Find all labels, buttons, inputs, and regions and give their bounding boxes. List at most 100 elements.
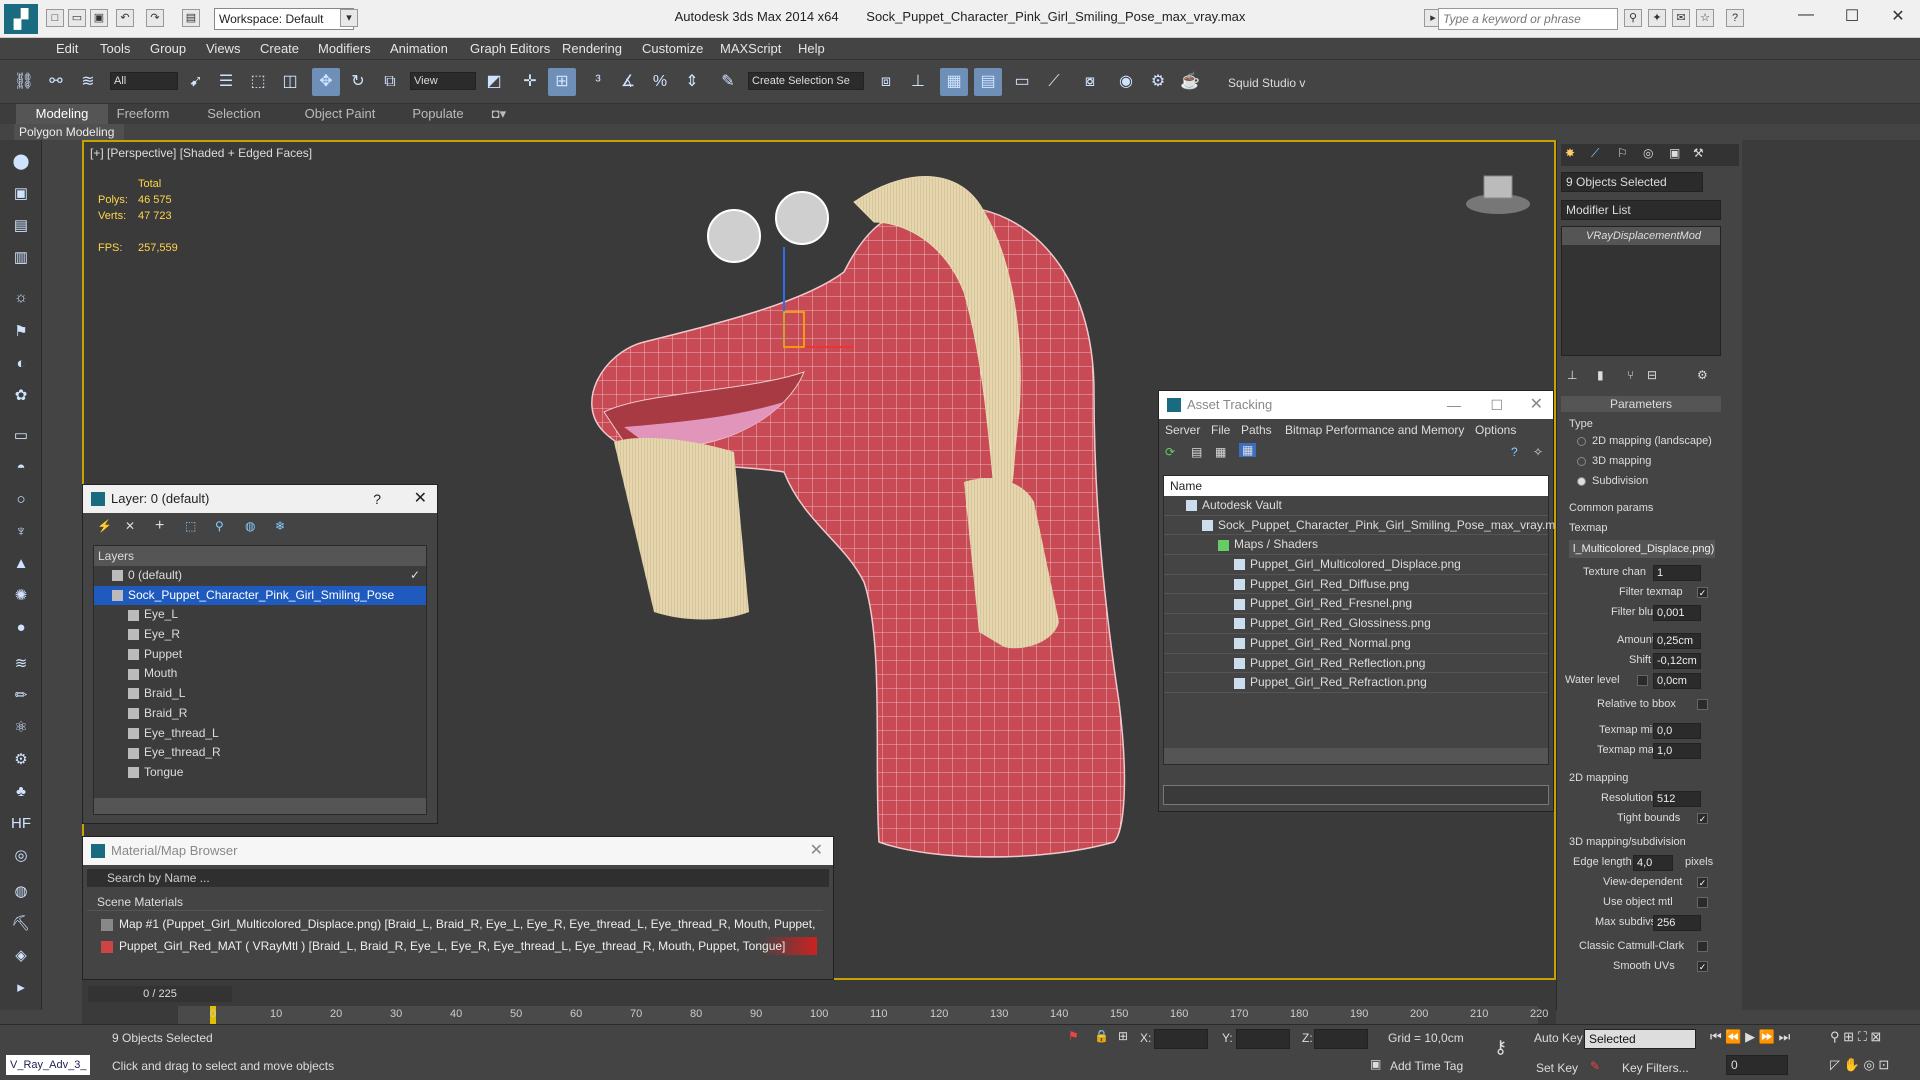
- paint-icon[interactable]: ♆: [9, 520, 33, 544]
- radio-subdivision[interactable]: Subdivision: [1577, 475, 1648, 487]
- filter-blur-spinner[interactable]: 0,001: [1653, 605, 1701, 621]
- radio-icon[interactable]: [1577, 456, 1586, 466]
- pivot-center-icon[interactable]: ◩: [480, 68, 508, 96]
- filter-texmap-checkbox[interactable]: ✓: [1697, 587, 1708, 598]
- relative-bbox-checkbox[interactable]: [1697, 699, 1708, 710]
- shapes-icon[interactable]: ▥: [9, 246, 33, 270]
- select-rotate-icon[interactable]: ↻: [344, 68, 372, 96]
- maximize-icon[interactable]: ☐: [1490, 391, 1503, 419]
- cone-icon[interactable]: ▲: [9, 552, 33, 576]
- make-unique-icon[interactable]: ⑂: [1627, 368, 1634, 382]
- menu-bitmap-performance[interactable]: Bitmap Performance and Memory: [1285, 423, 1464, 437]
- zoom-extents-icon[interactable]: ⛶: [1858, 1029, 1867, 1044]
- go-to-start-icon[interactable]: ⏮: [1710, 1029, 1722, 1044]
- render-teapot-icon[interactable]: ☕: [1176, 68, 1204, 96]
- tools-icon[interactable]: ⛏: [9, 912, 33, 936]
- asset-row[interactable]: Puppet_Girl_Red_Refraction.png: [1164, 673, 1548, 693]
- favorites-star-icon[interactable]: ☆: [1696, 9, 1714, 27]
- modifier-list-dropdown[interactable]: Modifier List: [1561, 200, 1721, 220]
- gear-icon[interactable]: ⚙: [9, 748, 33, 772]
- viewcube-icon[interactable]: [1464, 170, 1532, 218]
- geometry-icon[interactable]: ▤: [9, 214, 33, 238]
- vray-sphere-icon[interactable]: ●: [9, 616, 33, 640]
- rectangular-selection-icon[interactable]: ⬚: [244, 68, 272, 96]
- help-icon[interactable]: ?: [373, 485, 381, 513]
- menu-modifiers[interactable]: Modifiers: [318, 41, 371, 56]
- add-to-layer-icon[interactable]: +: [155, 517, 164, 535]
- zoom-all-icon[interactable]: ⊞: [1843, 1029, 1854, 1044]
- y-coordinate-field[interactable]: [1236, 1029, 1290, 1049]
- menu-edit[interactable]: Edit: [56, 41, 78, 56]
- fov-icon[interactable]: ◸: [1830, 1057, 1840, 1072]
- zoom-icon[interactable]: ⚲: [1830, 1029, 1840, 1044]
- create-tab-icon[interactable]: ✸: [1565, 146, 1575, 160]
- percent-snap-icon[interactable]: %: [646, 68, 674, 96]
- sun-icon[interactable]: ✺: [9, 584, 33, 608]
- redo-icon[interactable]: ↷: [146, 9, 164, 27]
- object-row[interactable]: Eye_thread_R: [94, 743, 426, 763]
- checkmark-icon[interactable]: ✓: [410, 566, 420, 586]
- texture-chan-spinner[interactable]: 1: [1653, 565, 1701, 581]
- help-icon[interactable]: ?: [1511, 445, 1518, 459]
- edge-length-spinner[interactable]: 4,0: [1633, 855, 1673, 871]
- close-icon[interactable]: ✕: [414, 485, 427, 513]
- menu-views[interactable]: Views: [206, 41, 240, 56]
- modifier-stack-item[interactable]: VRayDisplacementMod: [1562, 227, 1720, 245]
- tight-bounds-checkbox[interactable]: ✓: [1697, 813, 1708, 824]
- unlink-icon[interactable]: ⚯: [42, 68, 70, 96]
- menu-create[interactable]: Create: [260, 41, 299, 56]
- radio-icon[interactable]: [1577, 436, 1586, 446]
- fur-icon[interactable]: ≋: [9, 652, 33, 676]
- display-tab-icon[interactable]: ▣: [1669, 146, 1680, 160]
- sphere-icon[interactable]: ○: [9, 488, 33, 512]
- menu-maxscript[interactable]: MAXScript: [720, 41, 781, 56]
- material-row[interactable]: Puppet_Girl_Red_MAT ( VRayMtl ) [Braid_L…: [101, 937, 817, 955]
- x-coordinate-field[interactable]: [1154, 1029, 1208, 1049]
- maximize-icon[interactable]: ☐: [1832, 6, 1872, 30]
- asset-row[interactable]: Puppet_Girl_Red_Normal.png: [1164, 634, 1548, 654]
- communication-icon[interactable]: ✉: [1672, 9, 1690, 27]
- zoom-extents-all-icon[interactable]: ⊠: [1870, 1029, 1881, 1044]
- save-icon[interactable]: ▣: [90, 9, 108, 27]
- set-key-button[interactable]: Set Key: [1536, 1061, 1578, 1075]
- new-file-icon[interactable]: □: [46, 9, 64, 27]
- bind-space-warp-icon[interactable]: ≋: [74, 68, 102, 96]
- object-row[interactable]: Braid_L: [94, 684, 426, 704]
- key-icon[interactable]: ⚷: [1494, 1037, 1507, 1058]
- close-icon[interactable]: ✕: [1878, 6, 1918, 30]
- texmap-max-spinner[interactable]: 1,0: [1653, 743, 1701, 759]
- named-selection-dropdown[interactable]: Create Selection Se: [748, 72, 864, 90]
- current-frame-field[interactable]: 0: [1726, 1055, 1788, 1075]
- proxy-icon[interactable]: ⚛: [9, 716, 33, 740]
- menu-paths[interactable]: Paths: [1241, 423, 1272, 437]
- render-setup-icon[interactable]: ⚙: [1144, 68, 1172, 96]
- smooth-uvs-checkbox[interactable]: ✓: [1697, 961, 1708, 972]
- mirror-icon[interactable]: ⧈: [872, 68, 900, 96]
- object-row[interactable]: Eye_L: [94, 605, 426, 625]
- binoculars-icon[interactable]: ⚲: [1624, 9, 1642, 27]
- tab-freeform[interactable]: Freeform: [108, 104, 178, 124]
- refresh-icon[interactable]: ⟳: [1165, 445, 1175, 459]
- go-to-end-icon[interactable]: ⏭: [1779, 1029, 1791, 1044]
- show-end-result-icon[interactable]: ▮: [1597, 368, 1604, 382]
- menu-tools[interactable]: Tools: [100, 41, 130, 56]
- window-crossing-icon[interactable]: ◫: [276, 68, 304, 96]
- plant-icon[interactable]: ♣: [9, 780, 33, 804]
- cameras-icon[interactable]: ⚑: [9, 320, 33, 344]
- squid-studio-label[interactable]: Squid Studio v: [1228, 76, 1305, 90]
- set-key-icon[interactable]: ✎: [1590, 1059, 1600, 1073]
- maximize-viewport-icon[interactable]: ⊡: [1878, 1057, 1889, 1072]
- use-object-mtl-checkbox[interactable]: [1697, 897, 1708, 908]
- water-level-spinner[interactable]: 0,0cm: [1653, 673, 1701, 689]
- add-time-tag[interactable]: Add Time Tag: [1390, 1059, 1463, 1073]
- auto-key-button[interactable]: Auto Key: [1534, 1031, 1583, 1045]
- material-editor-icon[interactable]: ◉: [1112, 68, 1140, 96]
- shift-spinner[interactable]: -0,12cm: [1653, 653, 1701, 669]
- timeline[interactable]: 0 / 225 0 10 20 30 40 50 60 70 80 90 100 110 120 130 1…: [82, 980, 1556, 1024]
- highlight-layer-icon[interactable]: ⚲: [215, 519, 224, 533]
- isolate-icon[interactable]: ⚑: [1068, 1029, 1079, 1043]
- menu-file[interactable]: File: [1211, 423, 1230, 437]
- menu-customize[interactable]: Customize: [642, 41, 703, 56]
- horizontal-scrollbar[interactable]: [94, 798, 426, 814]
- delete-layer-icon[interactable]: ✕: [125, 519, 135, 533]
